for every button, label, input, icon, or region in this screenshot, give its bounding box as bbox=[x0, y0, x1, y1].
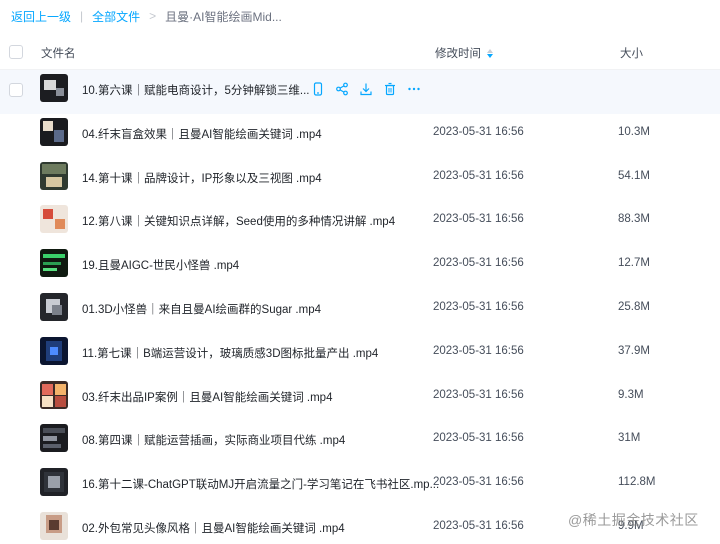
column-header-modified[interactable]: 修改时间 bbox=[435, 45, 493, 61]
file-row[interactable]: 04.纤末盲盒效果｜且曼AI智能绘画关键词 .mp4 2023-05-31 16:… bbox=[0, 114, 720, 158]
file-name[interactable]: 12.第八课｜关键知识点详解，Seed使用的多种情况讲解 .mp4 bbox=[82, 213, 395, 229]
file-size: 31M bbox=[618, 432, 641, 445]
back-link[interactable]: 返回上一级 bbox=[11, 8, 71, 25]
file-modified-time: 2023-05-31 16:56 bbox=[433, 300, 524, 313]
file-modified-time: 2023-05-31 16:56 bbox=[433, 432, 524, 445]
file-modified-time: 2023-05-31 16:56 bbox=[433, 125, 524, 138]
sort-icon[interactable] bbox=[487, 48, 493, 58]
watermark: @稀土掘金技术社区 bbox=[568, 512, 699, 528]
file-name[interactable]: 11.第七课｜B端运营设计，玻璃质感3D图标批量产出 .mp4 bbox=[82, 345, 378, 361]
file-row[interactable]: 14.第十课｜品牌设计，IP形象以及三视图 .mp4 2023-05-31 16:… bbox=[0, 158, 720, 202]
file-row[interactable]: 16.第十二课-ChatGPT联动MJ开启流量之门-学习笔记在飞书社区.mp..… bbox=[0, 464, 720, 508]
file-size: 54.1M bbox=[618, 169, 650, 182]
video-thumbnail[interactable] bbox=[40, 249, 68, 278]
file-name[interactable]: 08.第四课｜赋能运营插画，实际商业项目代练 .mp4 bbox=[82, 432, 345, 448]
file-modified-time: 2023-05-31 16:56 bbox=[433, 213, 524, 226]
file-size: 9.3M bbox=[618, 388, 644, 401]
file-modified-time: 2023-05-31 16:56 bbox=[433, 388, 524, 401]
more-icon[interactable] bbox=[405, 80, 422, 97]
file-name[interactable]: 14.第十课｜品牌设计，IP形象以及三视图 .mp4 bbox=[82, 170, 322, 186]
file-row[interactable]: 01.3D小怪兽｜来自且曼AI绘画群的Sugar .mp4 2023-05-31 … bbox=[0, 289, 720, 333]
file-row[interactable]: 08.第四课｜赋能运营插画，实际商业项目代练 .mp4 2023-05-31 16… bbox=[0, 420, 720, 464]
video-thumbnail[interactable] bbox=[40, 380, 68, 409]
file-row[interactable]: 12.第八课｜关键知识点详解，Seed使用的多种情况讲解 .mp4 2023-05… bbox=[0, 201, 720, 245]
file-name[interactable]: 19.且曼AIGC-世民小怪兽 .mp4 bbox=[82, 257, 239, 273]
video-thumbnail[interactable] bbox=[40, 424, 68, 453]
video-thumbnail[interactable] bbox=[40, 205, 68, 234]
file-name[interactable]: 02.外包常见头像风格｜且曼AI智能绘画关键词 .mp4 bbox=[82, 520, 345, 536]
download-icon[interactable] bbox=[357, 80, 374, 97]
all-files-link[interactable]: 全部文件 bbox=[92, 8, 140, 25]
video-thumbnail[interactable] bbox=[40, 336, 68, 365]
file-name[interactable]: 04.纤末盲盒效果｜且曼AI智能绘画关键词 .mp4 bbox=[82, 126, 322, 142]
breadcrumb-separator: | bbox=[80, 9, 84, 23]
share-icon[interactable] bbox=[333, 80, 350, 97]
file-row[interactable]: 11.第七课｜B端运营设计，玻璃质感3D图标批量产出 .mp4 2023-05-3… bbox=[0, 333, 720, 377]
row-checkbox[interactable] bbox=[9, 83, 23, 97]
current-folder: 且曼·AI智能绘画Mid... bbox=[165, 9, 282, 24]
file-size: 25.8M bbox=[618, 300, 650, 313]
file-size: 88.3M bbox=[618, 213, 650, 226]
video-thumbnail[interactable] bbox=[40, 74, 68, 102]
file-row[interactable]: 19.且曼AIGC-世民小怪兽 .mp4 2023-05-31 16:56 12.7… bbox=[0, 245, 720, 289]
file-name[interactable]: 01.3D小怪兽｜来自且曼AI绘画群的Sugar .mp4 bbox=[82, 301, 321, 317]
video-thumbnail[interactable] bbox=[40, 161, 68, 190]
video-thumbnail[interactable] bbox=[40, 468, 68, 497]
column-header-size[interactable]: 大小 bbox=[620, 45, 643, 61]
video-thumbnail[interactable] bbox=[40, 511, 68, 540]
breadcrumb-chevron-icon: > bbox=[149, 9, 157, 23]
file-size: 37.9M bbox=[618, 344, 650, 357]
file-size: 112.8M bbox=[618, 476, 656, 489]
file-name[interactable]: 16.第十二课-ChatGPT联动MJ开启流量之门-学习笔记在飞书社区.mp..… bbox=[82, 476, 439, 492]
column-header-name[interactable]: 文件名 bbox=[41, 45, 76, 61]
delete-icon[interactable] bbox=[381, 80, 398, 97]
video-thumbnail[interactable] bbox=[40, 117, 68, 146]
video-thumbnail[interactable] bbox=[40, 292, 68, 321]
file-size: 12.7M bbox=[618, 257, 650, 270]
file-name[interactable]: 03.纤末出品IP案例｜且曼AI智能绘画关键词 .mp4 bbox=[82, 389, 332, 405]
row-actions bbox=[309, 80, 422, 97]
file-size: 10.3M bbox=[618, 125, 650, 138]
file-modified-time: 2023-05-31 16:56 bbox=[433, 344, 524, 357]
select-all-checkbox[interactable] bbox=[9, 45, 23, 59]
file-modified-time: 2023-05-31 16:56 bbox=[433, 476, 524, 489]
breadcrumb: 返回上一级 | 全部文件 > 且曼·AI智能绘画Mid... bbox=[11, 8, 282, 24]
file-modified-time: 2023-05-31 16:56 bbox=[433, 257, 524, 270]
file-name[interactable]: 10.第六课｜赋能电商设计，5分钟解锁三维... bbox=[82, 82, 309, 98]
file-list: 10.第六课｜赋能电商设计，5分钟解锁三维... 04.纤末盲盒效果｜且曼AI智能… bbox=[0, 70, 720, 544]
file-list-header: 文件名 修改时间 大小 bbox=[0, 33, 720, 70]
file-modified-time: 2023-05-31 16:56 bbox=[433, 169, 524, 182]
phone-icon[interactable] bbox=[309, 80, 326, 97]
column-header-modified-label: 修改时间 bbox=[435, 48, 481, 60]
file-row[interactable]: 03.纤末出品IP案例｜且曼AI智能绘画关键词 .mp4 2023-05-31 1… bbox=[0, 377, 720, 421]
file-row[interactable]: 10.第六课｜赋能电商设计，5分钟解锁三维... bbox=[0, 70, 720, 114]
file-modified-time: 2023-05-31 16:56 bbox=[433, 519, 524, 532]
